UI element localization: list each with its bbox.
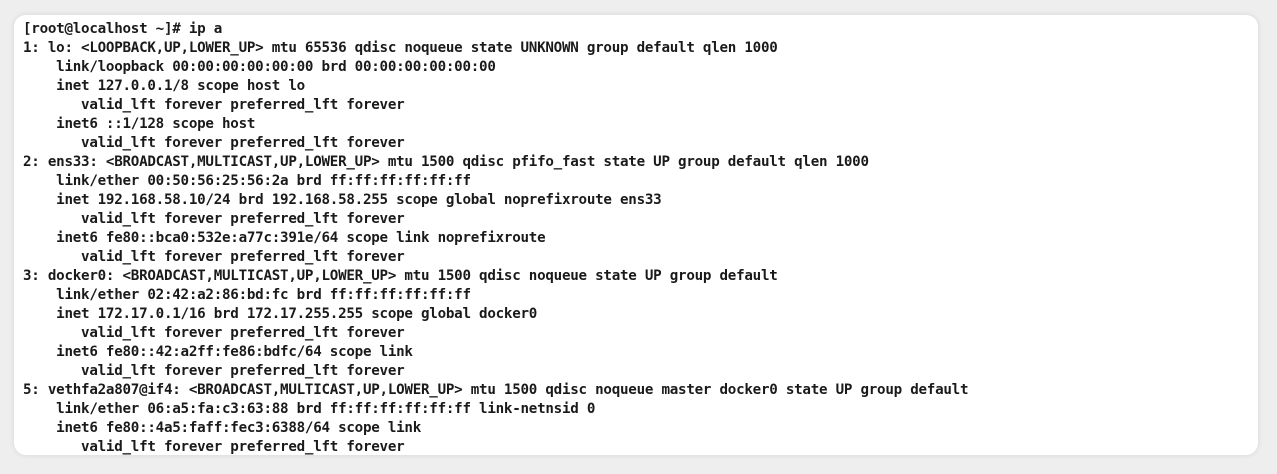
interface-docker0-header: 3: docker0: <BROADCAST,MULTICAST,UP,LOWE… xyxy=(23,268,778,284)
interface-docker0-link: link/ether 02:42:a2:86:bd:fc brd ff:ff:f… xyxy=(23,287,471,303)
interface-veth-inet6-lifetime: valid_lft forever preferred_lft forever xyxy=(23,439,405,455)
interface-lo-inet6-lifetime: valid_lft forever preferred_lft forever xyxy=(23,135,405,151)
interface-lo-inet: inet 127.0.0.1/8 scope host lo xyxy=(23,78,305,94)
interface-lo-inet6: inet6 ::1/128 scope host xyxy=(23,116,256,132)
interface-lo-link: link/loopback 00:00:00:00:00:00 brd 00:0… xyxy=(23,59,496,75)
interface-ens33-inet6-lifetime: valid_lft forever preferred_lft forever xyxy=(23,249,405,265)
terminal-prompt-line: [root@localhost ~]# ip a xyxy=(23,21,222,37)
interface-ens33-inet: inet 192.168.58.10/24 brd 192.168.58.255… xyxy=(23,192,662,208)
terminal-window: [root@localhost ~]# ip a 1: lo: <LOOPBAC… xyxy=(14,15,1258,455)
interface-lo-inet-lifetime: valid_lft forever preferred_lft forever xyxy=(23,97,405,113)
interface-ens33-inet6: inet6 fe80::bca0:532e:a77c:391e/64 scope… xyxy=(23,230,546,246)
terminal-output[interactable]: [root@localhost ~]# ip a 1: lo: <LOOPBAC… xyxy=(23,20,969,455)
interface-lo-header: 1: lo: <LOOPBACK,UP,LOWER_UP> mtu 65536 … xyxy=(23,40,778,56)
interface-ens33-inet-lifetime: valid_lft forever preferred_lft forever xyxy=(23,211,405,227)
interface-docker0-inet-lifetime: valid_lft forever preferred_lft forever xyxy=(23,325,405,341)
interface-veth-header: 5: vethfa2a807@if4: <BROADCAST,MULTICAST… xyxy=(23,382,969,398)
interface-veth-link: link/ether 06:a5:fa:c3:63:88 brd ff:ff:f… xyxy=(23,401,596,417)
interface-ens33-link: link/ether 00:50:56:25:56:2a brd ff:ff:f… xyxy=(23,173,471,189)
interface-docker0-inet6-lifetime: valid_lft forever preferred_lft forever xyxy=(23,363,405,379)
interface-docker0-inet6: inet6 fe80::42:a2ff:fe86:bdfc/64 scope l… xyxy=(23,344,413,360)
interface-docker0-inet: inet 172.17.0.1/16 brd 172.17.255.255 sc… xyxy=(23,306,538,322)
interface-veth-inet6: inet6 fe80::4a5:faff:fec3:6388/64 scope … xyxy=(23,420,421,436)
interface-ens33-header: 2: ens33: <BROADCAST,MULTICAST,UP,LOWER_… xyxy=(23,154,869,170)
